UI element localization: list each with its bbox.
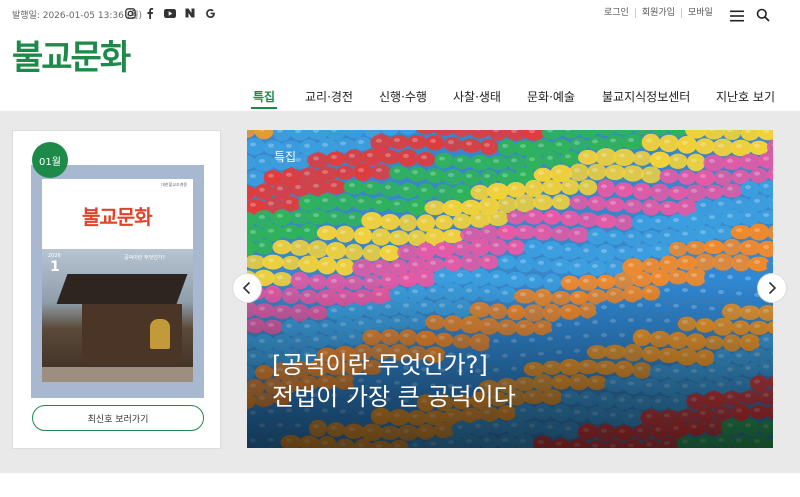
nav-item-knowledge-center[interactable]: 불교지식정보센터 — [602, 88, 690, 105]
chevron-left-icon — [242, 281, 251, 295]
mobile-link[interactable]: 모바일 — [680, 8, 719, 18]
hero-title-line1[interactable]: [공덕이란 무엇인가?] — [272, 345, 488, 380]
login-link[interactable]: 로그인 — [604, 8, 635, 18]
buddha-statue — [150, 319, 170, 349]
prev-slide-button[interactable] — [232, 273, 262, 303]
nav-item-practice[interactable]: 신행·수행 — [379, 88, 427, 105]
facebook-icon[interactable] — [144, 7, 156, 19]
publish-date: 발행일: 2026-01-05 13:36 (월) — [12, 11, 142, 21]
chevron-right-icon — [768, 281, 777, 295]
cover-issue-number: 1 — [50, 259, 60, 275]
hamburger-menu-icon[interactable] — [730, 7, 744, 22]
nav-item-feature[interactable]: 특집 — [253, 88, 275, 105]
footer-strip — [0, 473, 800, 497]
temple-roof — [56, 274, 188, 304]
instagram-icon[interactable] — [124, 7, 136, 19]
cover-photo: 2026 1 공덕이란 무엇인가? — [42, 249, 193, 382]
youtube-icon[interactable] — [164, 7, 176, 19]
social-links — [124, 7, 216, 19]
cover-headline: 공덕이란 무엇인가? — [124, 255, 166, 261]
nav-active-underline — [251, 107, 277, 109]
account-links: 로그인 회원가입 모바일 — [604, 8, 719, 18]
nav-item-culture[interactable]: 문화·예술 — [527, 88, 575, 105]
hero-title-line2[interactable]: 전법이 가장 큰 공덕이다 — [272, 377, 516, 412]
issue-month-badge: 01월 — [32, 142, 68, 178]
google-icon[interactable] — [204, 7, 216, 19]
cover-publisher: 대한불교조계종 — [161, 182, 187, 187]
cover-page: 대한불교조계종 불교문화 2026 1 공덕이란 무엇인가? — [42, 179, 193, 382]
hero-slide[interactable]: 특집 [공덕이란 무엇인가?] 전법이 가장 큰 공덕이다 — [247, 130, 773, 448]
cover-ground — [42, 367, 193, 382]
magazine-cover[interactable]: 대한불교조계종 불교문화 2026 1 공덕이란 무엇인가? — [31, 165, 204, 398]
nav-item-past-issues[interactable]: 지난호 보기 — [716, 88, 775, 105]
main-content: 01월 대한불교조계종 불교문화 2026 1 공덕이란 무엇인가? 최신호 보… — [0, 111, 800, 473]
signup-link[interactable]: 회원가입 — [634, 8, 681, 18]
site-logo[interactable]: 불교문화 — [12, 30, 131, 79]
nav-item-temple[interactable]: 사찰·생태 — [453, 88, 501, 105]
next-slide-button[interactable] — [757, 273, 787, 303]
issue-card: 01월 대한불교조계종 불교문화 2026 1 공덕이란 무엇인가? 최신호 보… — [12, 130, 221, 449]
latest-issue-button[interactable]: 최신호 보러가기 — [32, 405, 204, 431]
top-bar: 발행일: 2026-01-05 13:36 (월) 로그인 회원가입 모바일 — [0, 0, 800, 28]
search-icon[interactable] — [756, 7, 770, 22]
main-nav: 특집 교리·경전 신행·수행 사찰·생태 문화·예술 불교지식정보센터 지난호 … — [0, 88, 800, 110]
naver-icon[interactable] — [184, 7, 196, 19]
hero-category: 특집 — [274, 150, 297, 164]
cover-title: 불교문화 — [82, 205, 153, 229]
nav-item-doctrine[interactable]: 교리·경전 — [305, 88, 353, 105]
